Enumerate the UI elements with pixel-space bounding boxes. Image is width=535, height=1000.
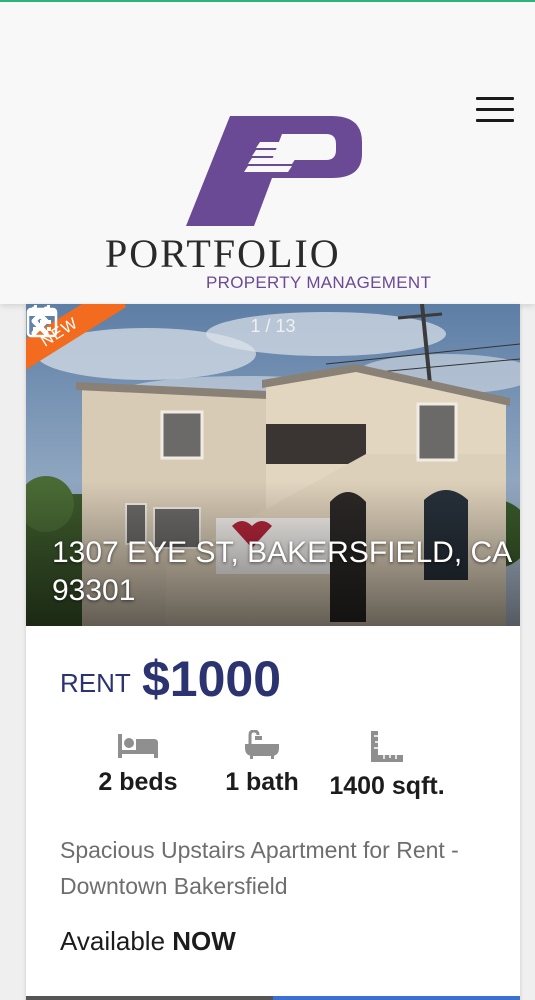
- site-header: PORTFOLIO PROPERTY MANAGEMENT: [0, 2, 535, 304]
- listing-description: Spacious Upstairs Apartment for Rent - D…: [60, 837, 459, 899]
- next-photo-arrow-icon[interactable]: [26, 304, 54, 338]
- listing-address[interactable]: 1307 EYE ST, BAKERSFIELD, CA 93301: [52, 534, 512, 610]
- bed-icon: [118, 734, 158, 758]
- photo-counter: 1 / 13: [250, 316, 296, 336]
- feature-bath: 1 bath: [210, 730, 314, 797]
- listing-photo[interactable]: NEW 1 / 13 1307 EYE ST, BAKERSFIELD, CA …: [26, 304, 520, 626]
- ruler-icon: [371, 731, 403, 762]
- logo-wordmark: PORTFOLIO: [105, 231, 341, 276]
- beds-label: 2 beds: [98, 768, 178, 796]
- availability-status: NOW: [172, 926, 236, 956]
- rent-amount: $1000: [142, 651, 282, 707]
- bath-label: 1 bath: [225, 768, 299, 796]
- logo-p-mark: [186, 116, 362, 226]
- availability-line: Available NOW: [60, 926, 236, 957]
- logo-subtitle: PROPERTY MANAGEMENT: [206, 273, 432, 292]
- listing-card[interactable]: NEW 1 / 13 1307 EYE ST, BAKERSFIELD, CA …: [26, 304, 520, 1000]
- rent-label: RENT: [60, 668, 131, 698]
- portfolio-logo[interactable]: PORTFOLIO PROPERTY MANAGEMENT: [100, 112, 450, 297]
- bathtub-icon: [245, 730, 279, 759]
- feature-beds: 2 beds: [86, 730, 190, 797]
- card-bottom-bar: [26, 996, 520, 1000]
- hamburger-menu-icon[interactable]: [472, 94, 518, 126]
- sqft-label: 1400 sqft.: [329, 772, 445, 800]
- availability-prefix: Available: [60, 926, 166, 956]
- feature-sqft: 1400 sqft.: [322, 730, 452, 801]
